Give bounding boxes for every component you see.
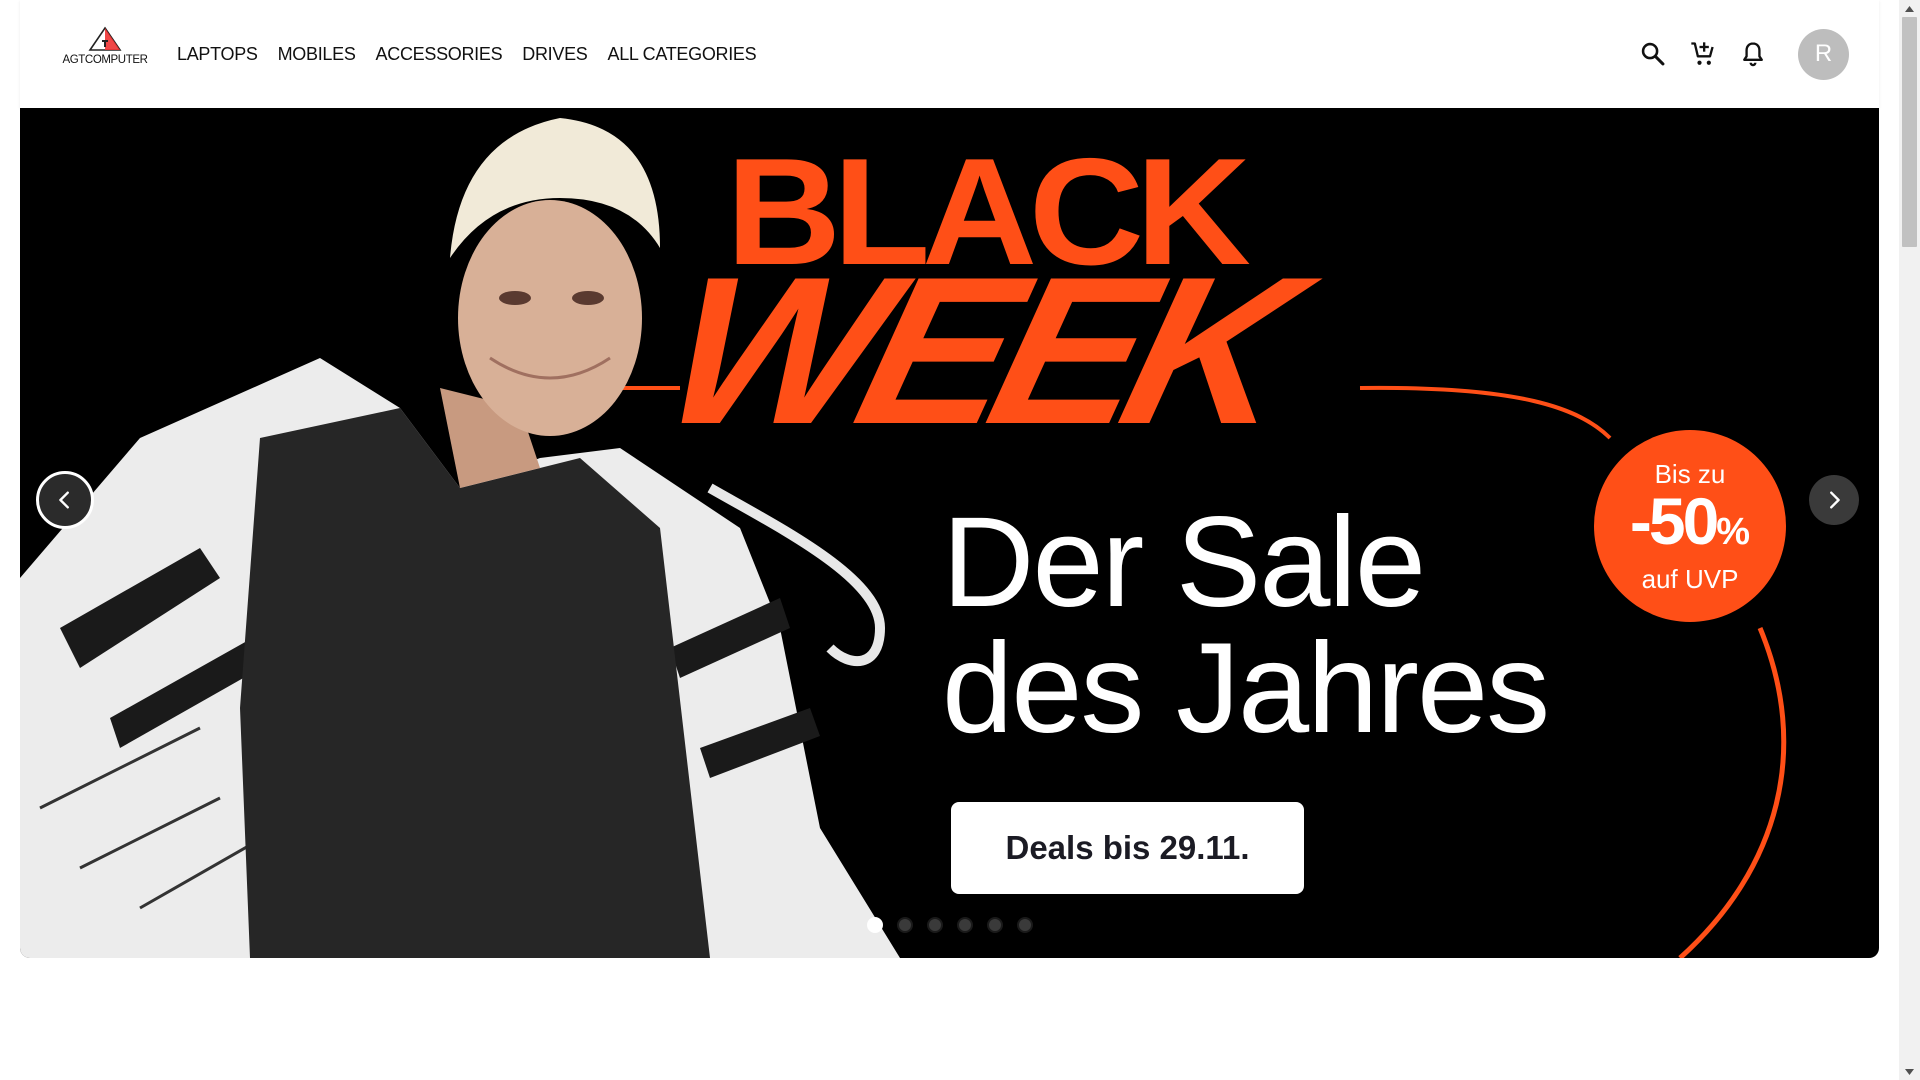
hero-headline-line2: des Jahres bbox=[942, 617, 1550, 760]
search-icon bbox=[1641, 42, 1665, 66]
scroll-down-button[interactable] bbox=[1899, 1063, 1920, 1080]
discount-badge: Bis zu -50% auf UVP bbox=[1594, 430, 1786, 622]
scroll-down-arrow-icon bbox=[1905, 1068, 1914, 1075]
carousel-dot[interactable] bbox=[1017, 917, 1033, 933]
carousel-dot[interactable] bbox=[957, 917, 973, 933]
hero-carousel: BLACK WEEK Der Sale des Jahres Bis zu -5… bbox=[20, 108, 1879, 958]
discount-badge-value: -50% bbox=[1630, 488, 1750, 565]
brand-logo-mark bbox=[88, 26, 122, 51]
user-avatar[interactable]: R bbox=[1798, 28, 1849, 80]
notifications-bell-icon bbox=[1743, 42, 1763, 67]
discount-value: -50 bbox=[1629, 483, 1719, 558]
nav-accessories[interactable]: ACCESSORIES bbox=[376, 44, 503, 65]
hero-title-week: WEEK bbox=[644, 233, 1306, 468]
scroll-up-button[interactable] bbox=[1899, 0, 1920, 17]
search-button[interactable] bbox=[1628, 29, 1678, 79]
scroll-thumb[interactable] bbox=[1902, 17, 1917, 247]
deals-cta-button[interactable]: Deals bis 29.11. bbox=[951, 802, 1304, 894]
carousel-dot[interactable] bbox=[987, 917, 1003, 933]
carousel-prev-button[interactable] bbox=[36, 471, 94, 529]
notifications-button[interactable] bbox=[1728, 29, 1778, 79]
main-nav: LAPTOPS MOBILES ACCESSORIES DRIVES ALL C… bbox=[177, 0, 757, 108]
nav-drives[interactable]: DRIVES bbox=[522, 44, 588, 65]
carousel-indicators bbox=[867, 917, 1033, 933]
nav-all-categories[interactable]: ALL CATEGORIES bbox=[608, 44, 757, 65]
discount-badge-bottom: auf UVP bbox=[1641, 563, 1739, 594]
cart-button[interactable] bbox=[1678, 29, 1728, 79]
brand-logo[interactable]: AGTCOMPUTER bbox=[54, 26, 156, 66]
hero-headline: Der Sale des Jahres bbox=[942, 491, 1550, 760]
brand-logo-text: AGTCOMPUTER bbox=[62, 54, 148, 66]
add-shopping-cart-icon bbox=[1691, 42, 1714, 65]
page-scrollbar[interactable] bbox=[1899, 0, 1920, 1080]
carousel-next-button[interactable] bbox=[1809, 475, 1859, 525]
hero-slide[interactable]: BLACK WEEK Der Sale des Jahres Bis zu -5… bbox=[20, 108, 1879, 958]
chevron-left-icon bbox=[59, 491, 69, 509]
hero-headline-line1: Der Sale bbox=[942, 491, 1426, 634]
scroll-up-arrow-icon bbox=[1905, 5, 1914, 12]
chevron-right-icon bbox=[1830, 491, 1840, 509]
nav-mobiles[interactable]: MOBILES bbox=[278, 44, 356, 65]
nav-laptops[interactable]: LAPTOPS bbox=[177, 44, 258, 65]
carousel-dot[interactable] bbox=[927, 917, 943, 933]
discount-unit: % bbox=[1716, 510, 1751, 553]
carousel-dot[interactable] bbox=[867, 917, 883, 933]
top-navbar: AGTCOMPUTER LAPTOPS MOBILES ACCESSORIES … bbox=[20, 0, 1879, 108]
carousel-dot[interactable] bbox=[897, 917, 913, 933]
page: AGTCOMPUTER LAPTOPS MOBILES ACCESSORIES … bbox=[0, 0, 1920, 1080]
nav-actions: R bbox=[1628, 0, 1879, 108]
